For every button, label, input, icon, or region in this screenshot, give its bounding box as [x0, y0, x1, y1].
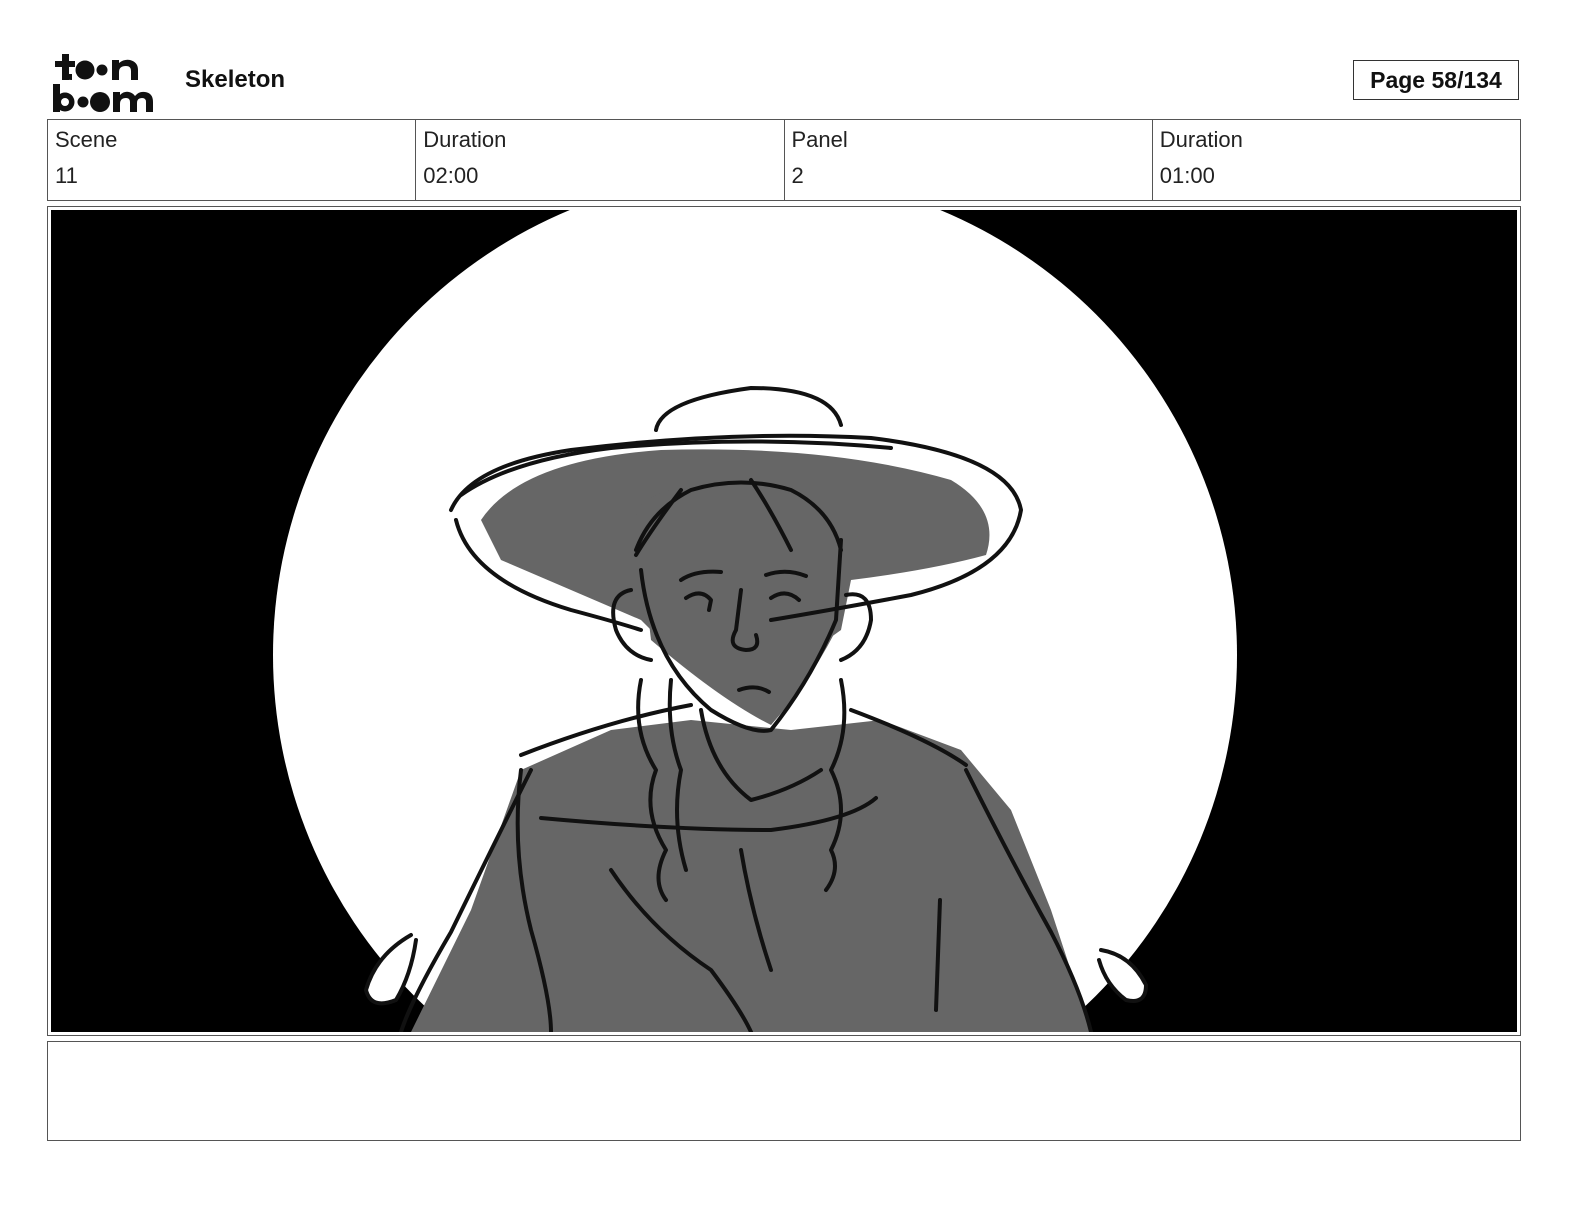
- scene-label: Scene: [55, 127, 118, 152]
- page-number: 58/134: [1431, 66, 1502, 93]
- panel-duration-cell: Duration 01:00: [1153, 120, 1520, 200]
- scene-value: 11: [55, 163, 78, 188]
- storyboard-panel-drawing: [51, 210, 1517, 1032]
- panel-notes-box: [47, 1041, 1521, 1141]
- scene-duration-cell: Duration 02:00: [416, 120, 785, 200]
- scene-cell: Scene 11: [48, 120, 417, 200]
- toon-boom-logo: [53, 54, 153, 112]
- page-indicator: Page 58/134: [1353, 60, 1519, 100]
- scene-info-table: Scene 11 Duration 02:00 Panel 2 Duration…: [47, 119, 1521, 201]
- page-label: Page: [1370, 66, 1426, 93]
- panel-cell: Panel 2: [785, 120, 1153, 200]
- panel-value: 2: [791, 163, 804, 188]
- scene-duration-value: 02:00: [423, 163, 479, 188]
- panel-duration-label: Duration: [1159, 127, 1243, 152]
- scene-duration-label: Duration: [423, 127, 507, 152]
- project-title: Skeleton: [185, 66, 286, 93]
- panel-label: Panel: [791, 127, 848, 152]
- panel-duration-value: 01:00: [1159, 163, 1215, 188]
